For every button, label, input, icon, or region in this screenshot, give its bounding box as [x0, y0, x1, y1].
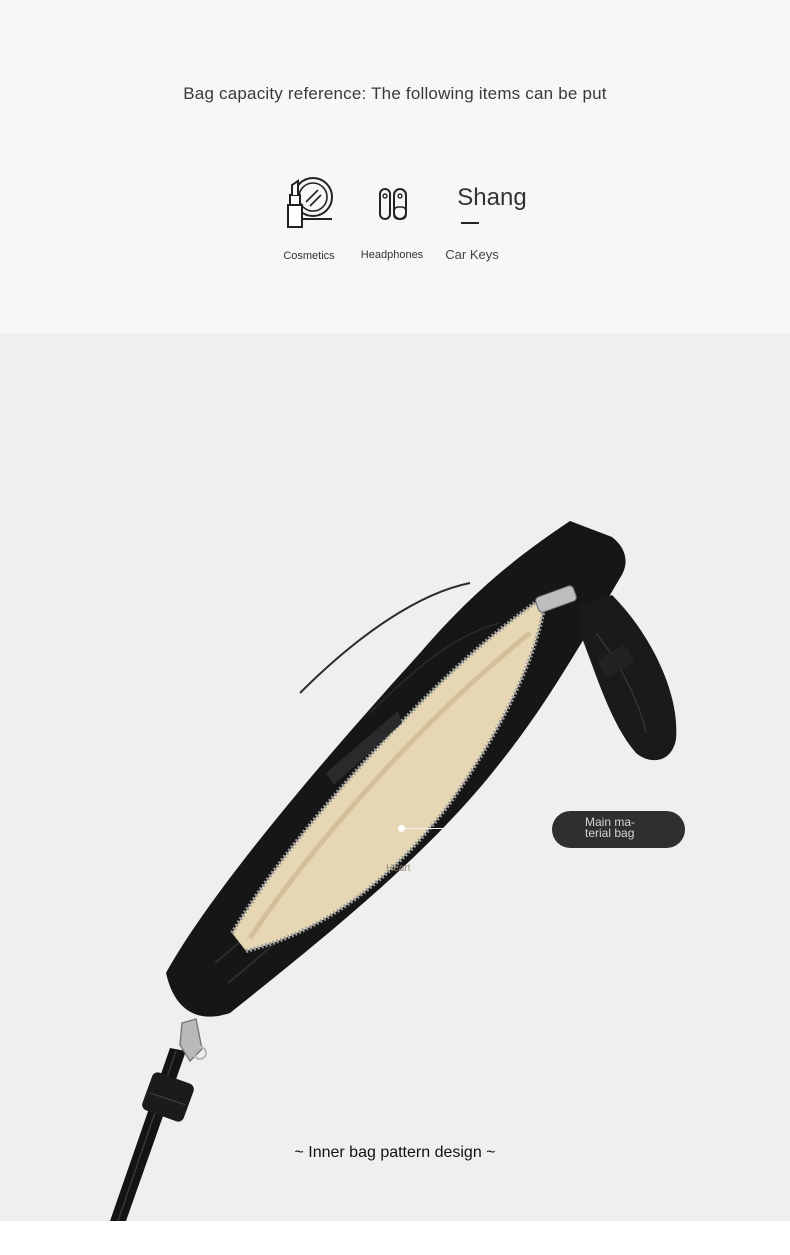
inner-bag-photo: Main ma- terial bag Heart ~ Inner bag pa…	[0, 333, 790, 1221]
cosmetics-item: Cosmetics	[270, 172, 348, 272]
inner-label-tag: Heart	[386, 863, 411, 874]
car-keys-item: Shang Car Keys	[440, 180, 540, 270]
car-keys-brand-text: Shang	[457, 184, 527, 211]
inner-bag-caption: ~ Inner bag pattern design ~	[294, 1144, 496, 1161]
car-keys-label: Car Keys	[445, 247, 499, 262]
capacity-headline: Bag capacity reference: The following it…	[183, 84, 607, 103]
clutch-bag-illustration	[110, 521, 677, 1221]
lipstick-mirror-icon	[287, 177, 333, 228]
callout-leader-line	[402, 828, 552, 829]
car-keys-dash-icon	[461, 222, 479, 224]
earbuds-icon	[379, 188, 407, 220]
callout-dot	[398, 825, 405, 832]
capacity-section: Bag capacity reference: The following it…	[0, 0, 790, 333]
main-material-callout: Main ma- terial bag	[552, 811, 685, 848]
main-material-label: Main ma- terial bag	[585, 815, 636, 840]
cosmetics-label: Cosmetics	[283, 250, 335, 262]
